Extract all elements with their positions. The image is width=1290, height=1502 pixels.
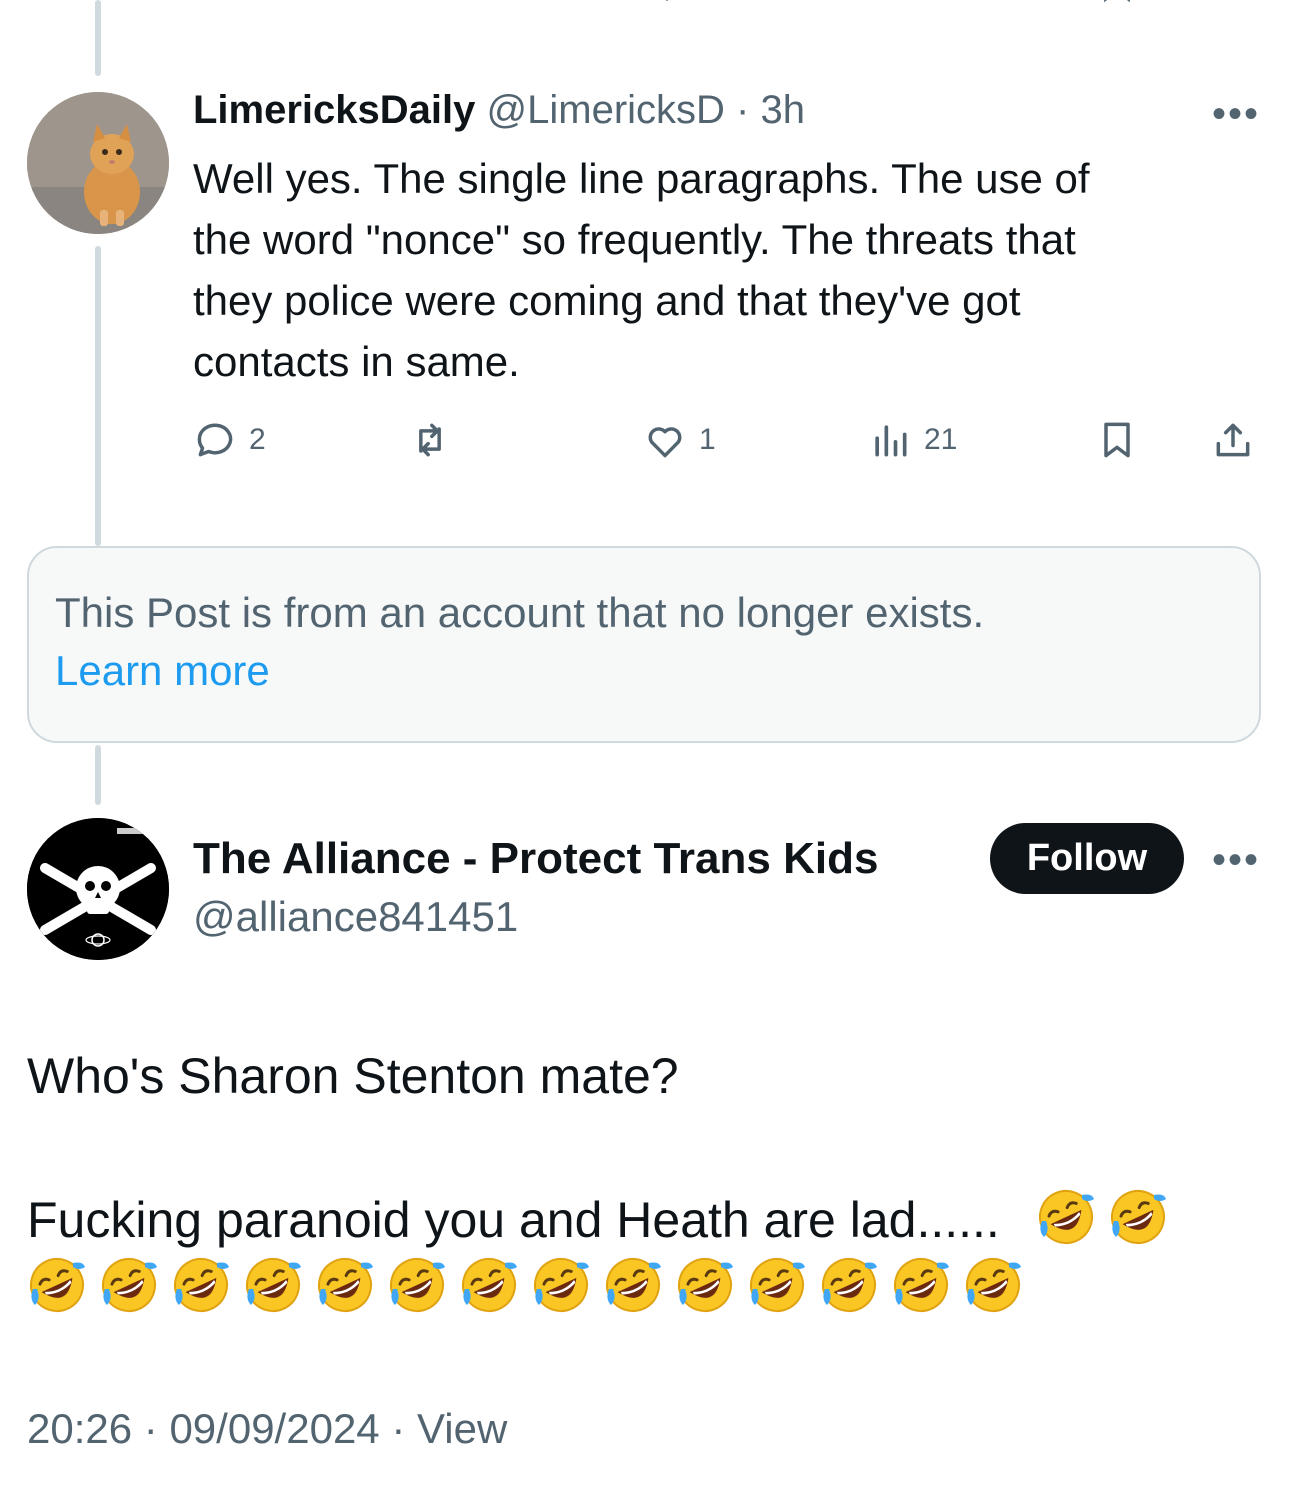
reply-text-line: they police were coming and that they've…: [193, 277, 1021, 324]
thread-line-top: [95, 0, 101, 76]
reply-display-name[interactable]: LimericksDaily: [193, 88, 475, 132]
emoji-row: [27, 1252, 1267, 1324]
cat-photo-icon: [27, 92, 169, 234]
notice-text-block: This Post is from an account that no lon…: [55, 584, 984, 700]
view-link[interactable]: View: [417, 1405, 507, 1452]
bookmark-icon[interactable]: [1095, 0, 1139, 4]
main-display-name[interactable]: The Alliance - Protect Trans Kids: [193, 834, 878, 884]
main-more-button[interactable]: •••: [1212, 838, 1260, 883]
like-count: 1: [699, 423, 716, 456]
laughing-emoji-icon: [531, 1255, 591, 1315]
reply-header: LimericksDaily @LimericksD · 3h: [193, 88, 805, 133]
deleted-account-notice: This Post is from an account that no lon…: [27, 546, 1261, 743]
laughing-emoji-icon: [1108, 1187, 1168, 1247]
laughing-emoji-icon: [459, 1255, 519, 1315]
views-icon[interactable]: [875, 0, 919, 4]
reply-handle[interactable]: @LimericksD: [487, 88, 725, 132]
laughing-emoji-icon: [171, 1255, 231, 1315]
share-button[interactable]: [1211, 418, 1255, 462]
main-text-line-1: Who's Sharon Stenton mate?: [27, 1048, 679, 1104]
skull-crossbones-icon: [27, 818, 169, 960]
follow-button[interactable]: Follow: [990, 823, 1184, 894]
laughing-emoji-icon: [603, 1255, 663, 1315]
reply-action-bar: 2 1 21: [193, 418, 1263, 472]
like-button[interactable]: 1: [643, 418, 716, 462]
views-count: 21: [924, 423, 958, 456]
reply-icon: [197, 423, 233, 457]
reply-count: 2: [249, 423, 266, 456]
reply-more-button[interactable]: •••: [1212, 92, 1260, 137]
notice-message: This Post is from an account that no lon…: [55, 589, 985, 636]
learn-more-link[interactable]: Learn more: [55, 647, 270, 694]
post-timestamp: 20:26 · 09/09/2024 · View: [27, 1405, 507, 1453]
emoji-row: [1036, 1190, 1180, 1248]
thread-line-bottom: [95, 745, 101, 805]
previous-post-actions: [0, 0, 1290, 10]
laughing-emoji-icon: [1036, 1187, 1096, 1247]
laughing-emoji-icon: [27, 1255, 87, 1315]
laughing-emoji-icon: [891, 1255, 951, 1315]
laughing-emoji-icon: [747, 1255, 807, 1315]
laughing-emoji-icon: [315, 1255, 375, 1315]
like-icon[interactable]: [645, 0, 689, 4]
avatar-pirate-flag[interactable]: [27, 818, 169, 960]
reply-time[interactable]: 3h: [761, 88, 806, 132]
laughing-emoji-icon: [963, 1255, 1023, 1315]
views-button[interactable]: 21: [868, 418, 957, 462]
views-icon: [875, 425, 907, 457]
heart-icon: [648, 427, 682, 458]
main-post-text: Who's Sharon Stenton mate? Fucking paran…: [27, 1040, 1267, 1324]
avatar-cat[interactable]: [27, 92, 169, 234]
reply-icon[interactable]: [193, 0, 237, 4]
reply-text: Well yes. The single line paragraphs. Th…: [193, 148, 1253, 392]
main-text-line-2-text: Fucking paranoid you and Heath are lad..…: [27, 1192, 1000, 1248]
main-handle[interactable]: @alliance841451: [193, 893, 518, 941]
laughing-emoji-icon: [99, 1255, 159, 1315]
main-text-line-2: Fucking paranoid you and Heath are lad..…: [27, 1184, 1267, 1256]
reply-button[interactable]: 2: [193, 418, 266, 462]
bookmark-icon: [1104, 422, 1130, 458]
reply-text-line: contacts in same.: [193, 338, 520, 385]
timestamp-separator: ·: [391, 1405, 406, 1452]
reply-text-line: the word "nonce" so frequently. The thre…: [193, 216, 1076, 263]
thread-line-middle: [95, 246, 101, 546]
repost-icon: [419, 423, 441, 457]
laughing-emoji-icon: [387, 1255, 447, 1315]
post-date[interactable]: 09/09/2024: [169, 1405, 379, 1452]
post-time[interactable]: 20:26: [27, 1405, 132, 1452]
repost-icon[interactable]: [420, 0, 464, 4]
repost-button[interactable]: [408, 418, 464, 462]
laughing-emoji-icon: [675, 1255, 735, 1315]
timestamp-separator: ·: [143, 1405, 158, 1452]
reply-separator: ·: [736, 88, 750, 132]
reply-text-line: Well yes. The single line paragraphs. Th…: [193, 155, 1090, 202]
laughing-emoji-icon: [819, 1255, 879, 1315]
laughing-emoji-icon: [243, 1255, 303, 1315]
share-icon[interactable]: [1210, 0, 1254, 4]
bookmark-button[interactable]: [1095, 418, 1139, 462]
share-icon: [1216, 423, 1250, 457]
